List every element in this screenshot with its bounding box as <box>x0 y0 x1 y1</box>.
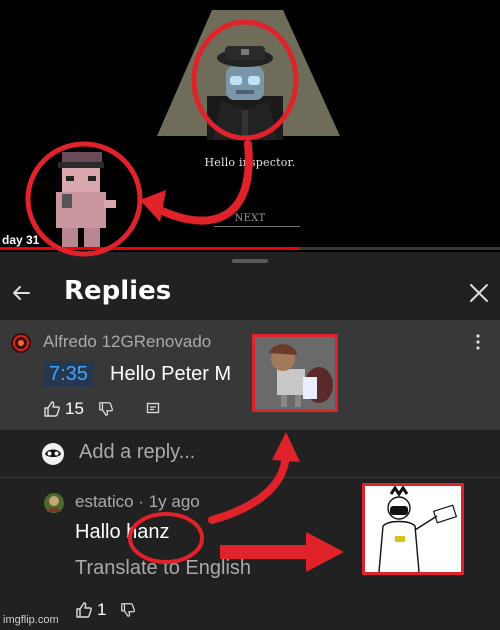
thumbs-down-icon[interactable] <box>120 602 136 618</box>
comment-author[interactable]: Alfredo 12GRenovado <box>43 332 211 352</box>
reply-author-line: estatico · 1y ago <box>75 492 200 511</box>
reply-author[interactable]: estatico <box>75 492 134 511</box>
add-reply-input[interactable]: Add a reply... <box>79 441 195 464</box>
day-label: day 31 <box>2 233 40 247</box>
pink-character <box>56 152 116 248</box>
inspector-portrait <box>207 46 283 140</box>
comment-actions: 15 <box>43 398 160 420</box>
parent-comment: Alfredo 12GRenovado 7:35 Hello Peter M 1… <box>0 320 500 430</box>
thumbs-up-icon[interactable] <box>43 400 61 418</box>
reply-icon[interactable] <box>146 402 160 416</box>
video-player[interactable]: Hello inspector. NEXT day 31 <box>0 0 500 250</box>
page-title: Replies <box>64 276 172 306</box>
reply-age: 1y ago <box>148 492 200 511</box>
avatar[interactable] <box>10 332 32 354</box>
reply-actions: 1 <box>75 599 136 621</box>
soldier-sketch-image <box>365 486 461 572</box>
watermark: imgflip.com <box>3 614 59 626</box>
translate-link[interactable]: Translate to English <box>75 557 251 580</box>
user-avatar <box>42 443 64 465</box>
add-reply-row[interactable]: Add a reply... <box>0 430 500 478</box>
avatar[interactable] <box>43 492 65 514</box>
back-button[interactable] <box>9 280 35 306</box>
pony-thumbnail <box>252 334 338 412</box>
next-underline <box>214 226 300 227</box>
pony-character-image <box>255 337 335 409</box>
close-button[interactable] <box>466 280 492 306</box>
more-options-button[interactable] <box>474 332 482 352</box>
thumbs-up-icon[interactable] <box>75 601 93 619</box>
arrow-left-icon <box>13 286 30 300</box>
like-count: 15 <box>65 399 84 418</box>
close-icon <box>470 284 488 302</box>
comment-text: Hello Peter M <box>110 363 232 385</box>
soldier-sketch-thumbnail <box>362 483 464 575</box>
drag-handle[interactable] <box>232 259 268 263</box>
progress-bar[interactable] <box>0 247 500 250</box>
thumbs-down-icon[interactable] <box>98 401 114 417</box>
replies-header: Replies <box>0 270 500 320</box>
like-count: 1 <box>97 600 107 619</box>
timestamp-link[interactable]: 7:35 <box>44 361 93 387</box>
more-vertical-icon <box>476 334 480 350</box>
progress-fill <box>0 247 300 250</box>
reply-text: Hallo hanz <box>75 521 170 543</box>
